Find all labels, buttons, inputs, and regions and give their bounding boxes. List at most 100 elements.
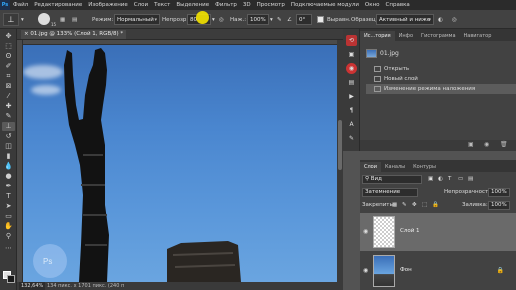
menu-filter[interactable]: Фильтр xyxy=(212,2,240,8)
layer-row[interactable]: ◉ Фон 🔒 xyxy=(360,252,516,290)
document-tab[interactable]: × 01.jpg @ 133% (Слой 1, RGB/8) * xyxy=(21,30,127,39)
gradient-tool-icon[interactable]: ▮ xyxy=(2,152,15,161)
blend-mode-select[interactable]: Затемнение xyxy=(362,188,418,197)
glyphs-panel-icon[interactable]: A xyxy=(346,119,357,130)
tab-layers[interactable]: Слои xyxy=(360,162,381,172)
blur-tool-icon[interactable]: 💧 xyxy=(2,162,15,171)
filter-shape-icon[interactable]: ▭ xyxy=(458,176,463,182)
history-snapshot[interactable]: 01.jpg xyxy=(366,47,516,59)
history-item[interactable]: Новый слой xyxy=(366,74,516,84)
history-item[interactable]: Изменение режима наложения xyxy=(366,84,516,94)
history-panel-icon[interactable]: ⟲ xyxy=(346,35,357,46)
sample-select[interactable]: Активный и ниже ▾ xyxy=(376,14,434,25)
aligned-checkbox[interactable] xyxy=(317,16,324,23)
move-tool-icon[interactable]: ✥ xyxy=(2,32,15,41)
airbrush-icon[interactable]: ✎ xyxy=(277,14,282,25)
pressure-opacity-icon[interactable]: ◎ xyxy=(219,14,224,25)
history-brush-tool-icon[interactable]: ↺ xyxy=(2,132,15,141)
menu-layers[interactable]: Слои xyxy=(131,2,151,8)
menu-file[interactable]: Файл xyxy=(10,2,31,8)
crop-tool-icon[interactable]: ⌗ xyxy=(2,72,15,81)
angle-input[interactable]: 0° xyxy=(296,14,312,25)
clone-source-icon[interactable]: ▤ xyxy=(72,14,77,25)
image-canvas[interactable]: Ps xyxy=(23,45,337,282)
actions-panel-icon[interactable]: ▶ xyxy=(346,91,357,102)
path-select-tool-icon[interactable]: ➤ xyxy=(2,202,15,211)
clone-stamp-tool-icon[interactable]: ⊥ xyxy=(2,122,15,131)
layer-thumbnail xyxy=(373,255,395,287)
lock-position-icon[interactable]: ✥ xyxy=(412,202,417,208)
layer-row[interactable]: ◉ Слой 1 xyxy=(360,213,516,251)
brush-tool-icon[interactable]: ✎ xyxy=(2,112,15,121)
more-tools-icon[interactable]: ⋯ xyxy=(2,244,15,253)
menu-window[interactable]: Окно xyxy=(362,2,383,8)
lasso-tool-icon[interactable]: ʘ xyxy=(2,52,15,61)
layer-opacity-input[interactable]: 100% xyxy=(488,188,510,197)
tab-info[interactable]: Инфо xyxy=(395,31,417,41)
background-color-swatch[interactable] xyxy=(7,275,15,283)
menu-image[interactable]: Изображение xyxy=(85,2,131,8)
flow-input[interactable]: 100% xyxy=(247,14,269,25)
history-item[interactable]: Открыть xyxy=(366,64,516,74)
healing-brush-tool-icon[interactable]: ✚ xyxy=(2,102,15,111)
lock-artboard-icon[interactable]: ⬚ xyxy=(422,202,427,208)
brush-settings-icon[interactable]: ▦ xyxy=(60,14,65,25)
lock-image-icon[interactable]: ✎ xyxy=(402,202,407,208)
layers-panel-tabs: Слои Каналы Контуры xyxy=(360,160,516,172)
menu-type[interactable]: Текст xyxy=(151,2,173,8)
snapshot-thumbnail xyxy=(366,48,377,58)
eye-icon[interactable]: ◉ xyxy=(363,267,368,274)
hand-tool-icon[interactable]: ✋ xyxy=(2,222,15,231)
filter-adjustment-icon[interactable]: ◐ xyxy=(438,176,443,182)
lock-all-icon[interactable]: 🔒 xyxy=(432,202,439,208)
marquee-tool-icon[interactable]: ⬚ xyxy=(2,42,15,51)
flow-caret-icon[interactable]: ▾ xyxy=(270,14,273,25)
preset-caret-icon[interactable]: ▾ xyxy=(21,14,24,25)
shape-tool-icon[interactable]: ▭ xyxy=(2,212,15,221)
quick-select-tool-icon[interactable]: ✐ xyxy=(2,62,15,71)
menu-edit[interactable]: Редактирование xyxy=(31,2,85,8)
scrollbar-thumb[interactable] xyxy=(338,120,342,170)
dodge-tool-icon[interactable]: ● xyxy=(2,172,15,181)
snapshot-icon[interactable]: ◉ xyxy=(484,141,489,148)
layer-filter-value: Вид xyxy=(370,176,382,182)
mode-select[interactable]: Нормальный ▾ xyxy=(114,14,160,25)
tab-channels[interactable]: Каналы xyxy=(381,162,409,172)
clone-stamp-preset-icon[interactable]: ⊥ xyxy=(3,13,19,26)
paragraph-panel-icon[interactable]: ¶ xyxy=(346,105,357,116)
tab-paths[interactable]: Контуры xyxy=(409,162,440,172)
brush-panel-icon[interactable]: ✎ xyxy=(346,133,357,144)
opacity-caret-icon[interactable]: ▾ xyxy=(212,14,215,25)
filter-smart-icon[interactable]: ▤ xyxy=(468,176,473,182)
document-tab-title: 01.jpg @ 133% (Слой 1, RGB/8) * xyxy=(30,31,124,37)
eyedropper-tool-icon[interactable]: ⁄ xyxy=(2,92,15,101)
type-tool-icon[interactable]: T xyxy=(2,192,15,201)
lock-transparent-icon[interactable]: ▦ xyxy=(392,202,397,208)
ignore-adjustment-icon[interactable]: ◐ xyxy=(438,14,443,25)
eraser-tool-icon[interactable]: ◫ xyxy=(2,142,15,151)
eye-icon[interactable]: ◉ xyxy=(363,228,368,235)
tab-navigator[interactable]: Навигатор xyxy=(460,31,496,41)
menu-view[interactable]: Просмотр xyxy=(254,2,288,8)
brush-preview-icon[interactable] xyxy=(38,13,50,25)
menu-3d[interactable]: 3D xyxy=(240,2,254,8)
zoom-tool-icon[interactable]: ⚲ xyxy=(2,232,15,241)
layer-filter-select[interactable]: ⚲ Вид xyxy=(362,175,422,184)
color-panel-icon[interactable]: ◉ xyxy=(346,63,357,74)
swatches-panel-icon[interactable]: ▣ xyxy=(346,49,357,60)
properties-panel-icon[interactable]: ▤ xyxy=(346,77,357,88)
tab-history[interactable]: Ис...тория xyxy=(360,31,395,41)
filter-type-icon[interactable]: T xyxy=(448,176,451,182)
menu-select[interactable]: Выделение xyxy=(173,2,212,8)
menu-plugins[interactable]: Подключаемые модули xyxy=(288,2,362,8)
pen-tool-icon[interactable]: ✒ xyxy=(2,182,15,191)
filter-pixel-icon[interactable]: ▣ xyxy=(428,176,433,182)
tab-histogram[interactable]: Гистограмма xyxy=(417,31,460,41)
trash-icon[interactable]: 🗑 xyxy=(500,141,508,148)
new-document-from-state-icon[interactable]: ▣ xyxy=(468,141,474,148)
pressure-size-icon[interactable]: ◎ xyxy=(452,14,457,25)
fill-input[interactable]: 100% xyxy=(488,201,510,210)
zoom-level[interactable]: 132,64% xyxy=(19,282,46,290)
frame-tool-icon[interactable]: ⊠ xyxy=(2,82,15,91)
menu-help[interactable]: Справка xyxy=(383,2,413,8)
